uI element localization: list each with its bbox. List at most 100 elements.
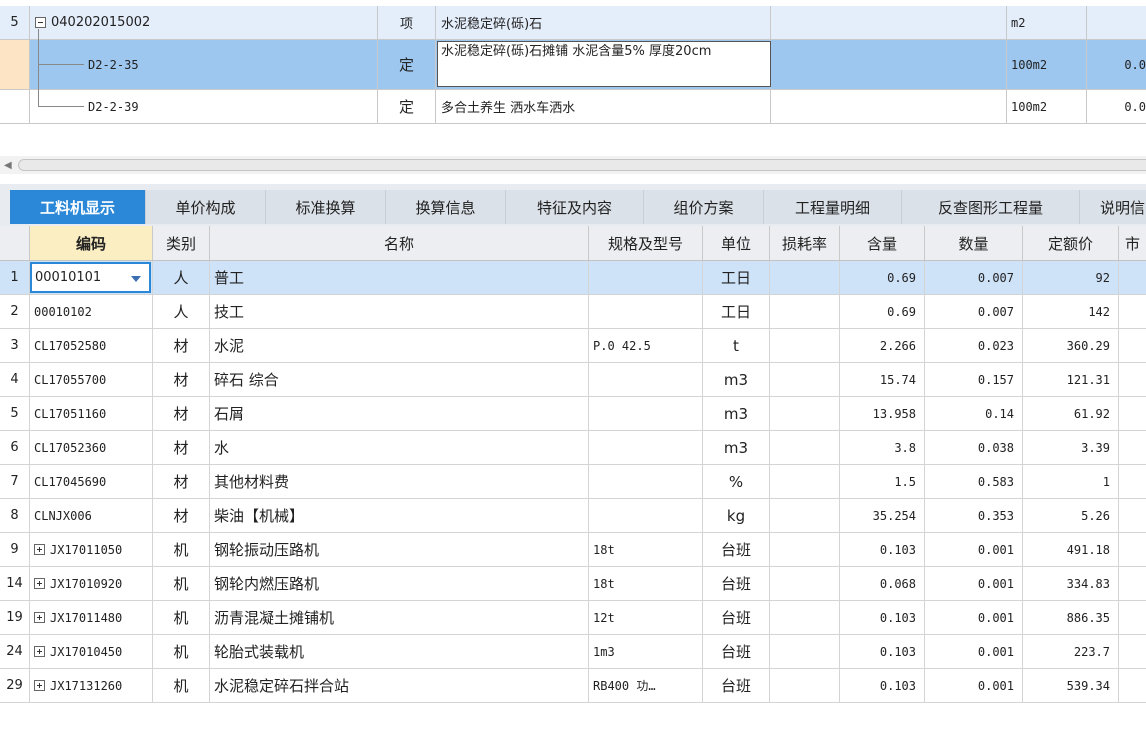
content-cell[interactable]: 1.5 (840, 465, 925, 498)
spec-cell[interactable] (589, 261, 703, 294)
loss-rate-cell[interactable] (770, 465, 840, 498)
tree-row-item[interactable]: 5 040202015002 项 水泥稳定碎(砾)石 m2 (0, 6, 1146, 40)
code-cell[interactable] (30, 261, 153, 294)
code-cell[interactable]: CLNJX006 (30, 499, 153, 532)
header-spec[interactable]: 规格及型号 (589, 226, 703, 260)
name-cell[interactable]: 水泥稳定碎石拌合站 (210, 669, 589, 702)
header-loss-rate[interactable]: 损耗率 (770, 226, 840, 260)
content-cell[interactable]: 2.266 (840, 329, 925, 362)
market-price-cell[interactable] (1119, 533, 1146, 566)
quantity-cell[interactable]: 0.583 (925, 465, 1023, 498)
quantity-cell[interactable]: 0.001 (925, 669, 1023, 702)
expand-icon[interactable] (34, 680, 45, 691)
content-cell[interactable]: 35.254 (840, 499, 925, 532)
loss-rate-cell[interactable] (770, 397, 840, 430)
header-market-price[interactable]: 市 (1119, 226, 1146, 260)
header-type[interactable]: 类别 (153, 226, 210, 260)
code-cell[interactable]: CL17052360 (30, 431, 153, 464)
loss-rate-cell[interactable] (770, 635, 840, 668)
quantity-cell[interactable]: 0.001 (925, 533, 1023, 566)
header-name[interactable]: 名称 (210, 226, 589, 260)
market-price-cell[interactable] (1119, 261, 1146, 294)
expand-icon[interactable] (34, 612, 45, 623)
code-cell[interactable]: CL17045690 (30, 465, 153, 498)
content-cell[interactable]: 0.103 (840, 669, 925, 702)
table-row[interactable]: 19 JX17011480 机沥青混凝土摊铺机 12t 台班 0.103 0.001 886.… (0, 601, 1146, 635)
header-code[interactable]: 编码 (30, 226, 153, 260)
content-cell[interactable]: 0.068 (840, 567, 925, 600)
quota-price-cell[interactable]: 142 (1023, 295, 1119, 328)
qty-cell[interactable]: 0.0 (1087, 90, 1146, 123)
scroll-thumb[interactable] (18, 159, 1146, 171)
code-cell[interactable]: JX17011050 (30, 533, 153, 566)
tree-code-cell[interactable]: 040202015002 (30, 6, 378, 39)
spec-cell[interactable]: 18t (589, 533, 703, 566)
content-cell[interactable]: 13.958 (840, 397, 925, 430)
spec-cell[interactable] (589, 499, 703, 532)
code-cell[interactable]: JX17010920 (30, 567, 153, 600)
table-row[interactable]: 3 CL17052580 材水泥 P.0 42.5 t 2.266 0.023 360.29 (0, 329, 1146, 363)
loss-rate-cell[interactable] (770, 329, 840, 362)
code-cell[interactable]: 00010102 (30, 295, 153, 328)
tab-labor-material-machine[interactable]: 工料机显示 (10, 190, 146, 224)
name-cell[interactable]: 水泥 (210, 329, 589, 362)
tab-features-content[interactable]: 特征及内容 (506, 190, 644, 224)
quantity-cell[interactable]: 0.001 (925, 635, 1023, 668)
quota-price-cell[interactable]: 3.39 (1023, 431, 1119, 464)
quota-price-cell[interactable]: 223.7 (1023, 635, 1119, 668)
spec-cell[interactable] (589, 431, 703, 464)
quantity-cell[interactable]: 0.007 (925, 295, 1023, 328)
quantity-cell[interactable]: 0.353 (925, 499, 1023, 532)
header-quantity[interactable]: 数量 (925, 226, 1023, 260)
table-row[interactable]: 2 00010102 人技工 工日 0.69 0.007 142 (0, 295, 1146, 329)
tab-unit-price-composition[interactable]: 单价构成 (146, 190, 266, 224)
content-cell[interactable]: 15.74 (840, 363, 925, 396)
table-row[interactable]: 9 JX17011050 机钢轮振动压路机 18t 台班 0.103 0.001 491.18 (0, 533, 1146, 567)
quota-price-cell[interactable]: 334.83 (1023, 567, 1119, 600)
quota-price-cell[interactable]: 539.34 (1023, 669, 1119, 702)
loss-rate-cell[interactable] (770, 533, 840, 566)
name-cell[interactable]: 碎石 综合 (210, 363, 589, 396)
qty-cell[interactable]: 0.0 (1087, 40, 1146, 89)
table-row[interactable]: 1 00010101 人普工 工日 0.69 0.007 92 (0, 261, 1146, 295)
spec-cell[interactable] (589, 465, 703, 498)
header-content[interactable]: 含量 (840, 226, 925, 260)
content-cell[interactable]: 0.69 (840, 295, 925, 328)
quantity-cell[interactable]: 0.001 (925, 567, 1023, 600)
loss-rate-cell[interactable] (770, 261, 840, 294)
code-cell[interactable]: CL17055700 (30, 363, 153, 396)
table-row[interactable]: 7 CL17045690 材其他材料费% 1.5 0.583 1 (0, 465, 1146, 499)
spec-cell[interactable] (589, 363, 703, 396)
loss-rate-cell[interactable] (770, 499, 840, 532)
market-price-cell[interactable] (1119, 465, 1146, 498)
name-cell[interactable]: 其他材料费 (210, 465, 589, 498)
table-row[interactable]: 4 CL17055700 材碎石 综合 m3 15.74 0.157 121.31 (0, 363, 1146, 397)
quantity-cell[interactable]: 0.007 (925, 261, 1023, 294)
quota-price-cell[interactable]: 61.92 (1023, 397, 1119, 430)
spec-cell[interactable] (771, 90, 1007, 123)
quota-price-cell[interactable]: 886.35 (1023, 601, 1119, 634)
loss-rate-cell[interactable] (770, 431, 840, 464)
code-cell[interactable]: JX17131260 (30, 669, 153, 702)
loss-rate-cell[interactable] (770, 295, 840, 328)
spec-cell[interactable]: 12t (589, 601, 703, 634)
scroll-left-icon[interactable]: ◀ (4, 160, 12, 171)
market-price-cell[interactable] (1119, 363, 1146, 396)
tab-standard-conversion[interactable]: 标准换算 (266, 190, 386, 224)
code-cell[interactable]: CL17051160 (30, 397, 153, 430)
table-row[interactable]: 6 CL17052360 材水 m3 3.8 0.038 3.39 (0, 431, 1146, 465)
spec-cell[interactable] (589, 295, 703, 328)
loss-rate-cell[interactable] (770, 669, 840, 702)
name-cell[interactable]: 钢轮振动压路机 (210, 533, 589, 566)
loss-rate-cell[interactable] (770, 601, 840, 634)
name-edit-box[interactable]: 水泥稳定碎(砾)石摊铺 水泥含量5% 厚度20cm (437, 41, 771, 87)
content-cell[interactable]: 0.103 (840, 601, 925, 634)
header-quota-price[interactable]: 定额价 (1023, 226, 1119, 260)
spec-cell[interactable]: 1m3 (589, 635, 703, 668)
market-price-cell[interactable] (1119, 601, 1146, 634)
table-row[interactable]: 24 JX17010450 机轮胎式装载机 1m3 台班 0.103 0.001 223.7 (0, 635, 1146, 669)
collapse-icon[interactable] (35, 17, 46, 28)
spec-cell[interactable]: P.0 42.5 (589, 329, 703, 362)
loss-rate-cell[interactable] (770, 567, 840, 600)
table-row[interactable]: 29 JX17131260 机水泥稳定碎石拌合站 RB400 功… 台班 0.103 0.0… (0, 669, 1146, 703)
